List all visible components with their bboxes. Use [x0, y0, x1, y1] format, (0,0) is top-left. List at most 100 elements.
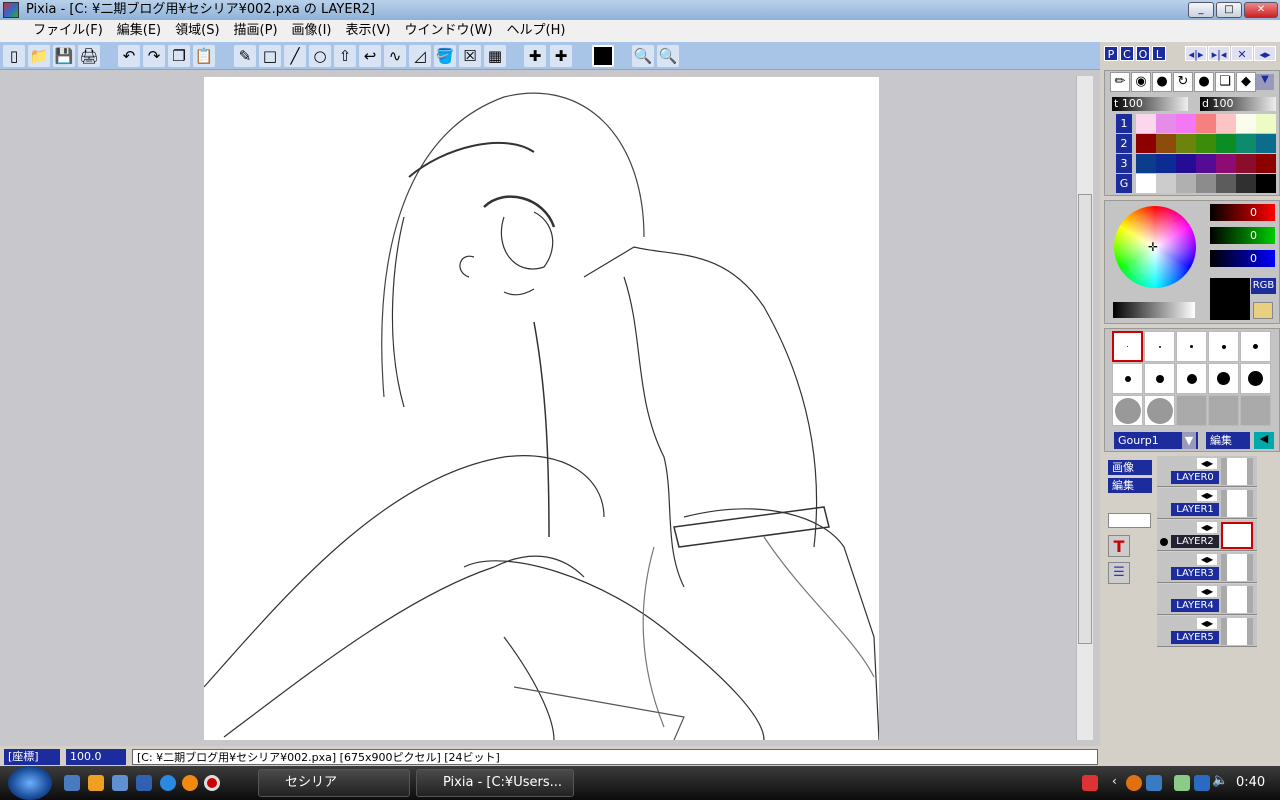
switch-windows-icon[interactable]: [136, 775, 152, 791]
layer-move-icon[interactable]: ◀▶: [1197, 554, 1217, 565]
layer-item[interactable]: ◀▶ LAYER0: [1157, 456, 1257, 487]
stamp-alt-icon[interactable]: ✚: [550, 45, 572, 67]
layer-thumbnail[interactable]: [1221, 618, 1253, 645]
overlay-tool-icon[interactable]: ❏: [1215, 72, 1235, 92]
layer-name[interactable]: LAYER5: [1171, 631, 1219, 644]
line-icon[interactable]: ╱: [284, 45, 306, 67]
layer-name[interactable]: LAYER2: [1171, 535, 1219, 548]
polygon-icon[interactable]: ◿: [409, 45, 431, 67]
layer-thumbnail[interactable]: [1221, 586, 1253, 613]
undo-icon[interactable]: ↶: [118, 45, 140, 67]
layer-name[interactable]: LAYER4: [1171, 599, 1219, 612]
layer-item[interactable]: ◀▶ LAYER1: [1157, 488, 1257, 519]
menu-selection[interactable]: 領域(S): [168, 20, 226, 42]
menu-draw[interactable]: 描画(P): [227, 20, 285, 42]
media-player-icon[interactable]: [88, 775, 104, 791]
red-slider[interactable]: 0: [1210, 204, 1275, 221]
fill-icon[interactable]: 🪣: [434, 45, 456, 67]
layer-list-icon[interactable]: ☰: [1108, 562, 1130, 584]
brush-size-cell[interactable]: [1176, 363, 1207, 394]
brush-size-cell[interactable]: [1144, 331, 1175, 362]
layer-thumbnail[interactable]: [1221, 554, 1253, 581]
maximize-button[interactable]: □: [1216, 2, 1242, 18]
play-back-icon[interactable]: ◀: [1254, 432, 1274, 449]
zoom-in-icon[interactable]: 🔍: [632, 45, 654, 67]
color-swatch[interactable]: [1176, 134, 1196, 153]
brush-size-cell[interactable]: [1144, 363, 1175, 394]
palette-row-label[interactable]: 2: [1116, 134, 1132, 153]
brush-size-cell[interactable]: [1144, 395, 1175, 426]
blur-tool-icon[interactable]: ●: [1194, 72, 1214, 92]
layer-thumbnail[interactable]: [1221, 458, 1253, 485]
color-swatch[interactable]: [1156, 114, 1176, 133]
pen-icon[interactable]: ✎: [234, 45, 256, 67]
layer-move-icon[interactable]: ◀▶: [1197, 458, 1217, 469]
density-slider[interactable]: d 100: [1200, 97, 1276, 111]
brush-size-cell[interactable]: [1208, 331, 1239, 362]
layer-move-icon[interactable]: ◀▶: [1197, 522, 1217, 533]
stamp-icon[interactable]: ✚: [524, 45, 546, 67]
open-icon[interactable]: 📁: [28, 45, 50, 67]
layer-name[interactable]: LAYER0: [1171, 471, 1219, 484]
menu-file[interactable]: ファイル(F): [26, 20, 110, 42]
taskbar-item-folder[interactable]: セシリア: [258, 769, 410, 797]
app-icon[interactable]: [3, 2, 19, 18]
color-swatch[interactable]: [1216, 154, 1236, 173]
tray-app-icon[interactable]: [1126, 775, 1142, 791]
menu-window[interactable]: ウインドウ(W): [398, 20, 500, 42]
lasso-icon[interactable]: ⇧: [334, 45, 356, 67]
color-swatch[interactable]: [1256, 174, 1276, 193]
color-swatch[interactable]: [1136, 154, 1156, 173]
layer-move-icon[interactable]: ◀▶: [1197, 586, 1217, 597]
palette-row-label[interactable]: G: [1116, 174, 1132, 193]
paste-icon[interactable]: 📋: [193, 45, 215, 67]
airbrush-tool-icon[interactable]: ◉: [1131, 72, 1151, 92]
pencil-tool-icon[interactable]: ✏: [1110, 72, 1130, 92]
color-swatch[interactable]: [1196, 134, 1216, 153]
brush-size-cell[interactable]: [1208, 363, 1239, 394]
color-icon[interactable]: ■: [592, 45, 614, 67]
menu-edit[interactable]: 編集(E): [110, 20, 168, 42]
brush-size-cell[interactable]: [1240, 363, 1271, 394]
color-swatch[interactable]: [1236, 174, 1256, 193]
color-swatch[interactable]: [1136, 134, 1156, 153]
circle-icon[interactable]: ○: [309, 45, 331, 67]
brush-size-cell[interactable]: [1112, 395, 1143, 426]
folder-icon[interactable]: [1253, 302, 1273, 319]
tab-c[interactable]: C: [1120, 46, 1134, 61]
record-icon[interactable]: [204, 775, 220, 791]
color-swatch[interactable]: [1236, 134, 1256, 153]
layer-name[interactable]: LAYER1: [1171, 503, 1219, 516]
opacity-slider[interactable]: t 100: [1112, 97, 1188, 111]
color-swatch[interactable]: [1196, 174, 1216, 193]
green-slider[interactable]: 0: [1210, 227, 1275, 244]
brush-size-cell[interactable]: [1176, 331, 1207, 362]
color-swatch[interactable]: [1236, 114, 1256, 133]
color-swatch[interactable]: [1256, 114, 1276, 133]
layer-thumbnail[interactable]: [1221, 490, 1253, 517]
layer-move-icon[interactable]: ◀▶: [1197, 618, 1217, 629]
tab-p[interactable]: P: [1104, 46, 1118, 61]
value-slider[interactable]: [1113, 302, 1195, 318]
dropdown-arrow-icon[interactable]: ▼: [1256, 74, 1274, 90]
eraser-tool-icon[interactable]: ◆: [1236, 72, 1256, 92]
brush-size-cell[interactable]: [1208, 395, 1239, 426]
menu-image[interactable]: 画像(I): [285, 20, 339, 42]
palette-row-label[interactable]: 1: [1116, 114, 1132, 133]
layer-edit-button[interactable]: 編集: [1108, 478, 1152, 493]
brush-edit-button[interactable]: 編集: [1206, 432, 1250, 449]
color-swatch[interactable]: [1176, 174, 1196, 193]
layer-item[interactable]: ◀▶ LAYER4: [1157, 584, 1257, 615]
brush-size-cell[interactable]: [1176, 395, 1207, 426]
tab-l[interactable]: L: [1152, 46, 1166, 61]
brush-size-cell[interactable]: [1240, 331, 1271, 362]
zoom-out-icon[interactable]: 🔍: [657, 45, 679, 67]
layer-name[interactable]: LAYER3: [1171, 567, 1219, 580]
tray-power-icon[interactable]: [1174, 775, 1190, 791]
close-button[interactable]: ✕: [1244, 2, 1278, 18]
layer-thumbnail[interactable]: [1221, 522, 1253, 549]
smudge-tool-icon[interactable]: ↻: [1173, 72, 1193, 92]
layer-item[interactable]: ◀▶ LAYER5: [1157, 616, 1257, 647]
palette-row-label[interactable]: 3: [1116, 154, 1132, 173]
tab-o[interactable]: O: [1136, 46, 1150, 61]
